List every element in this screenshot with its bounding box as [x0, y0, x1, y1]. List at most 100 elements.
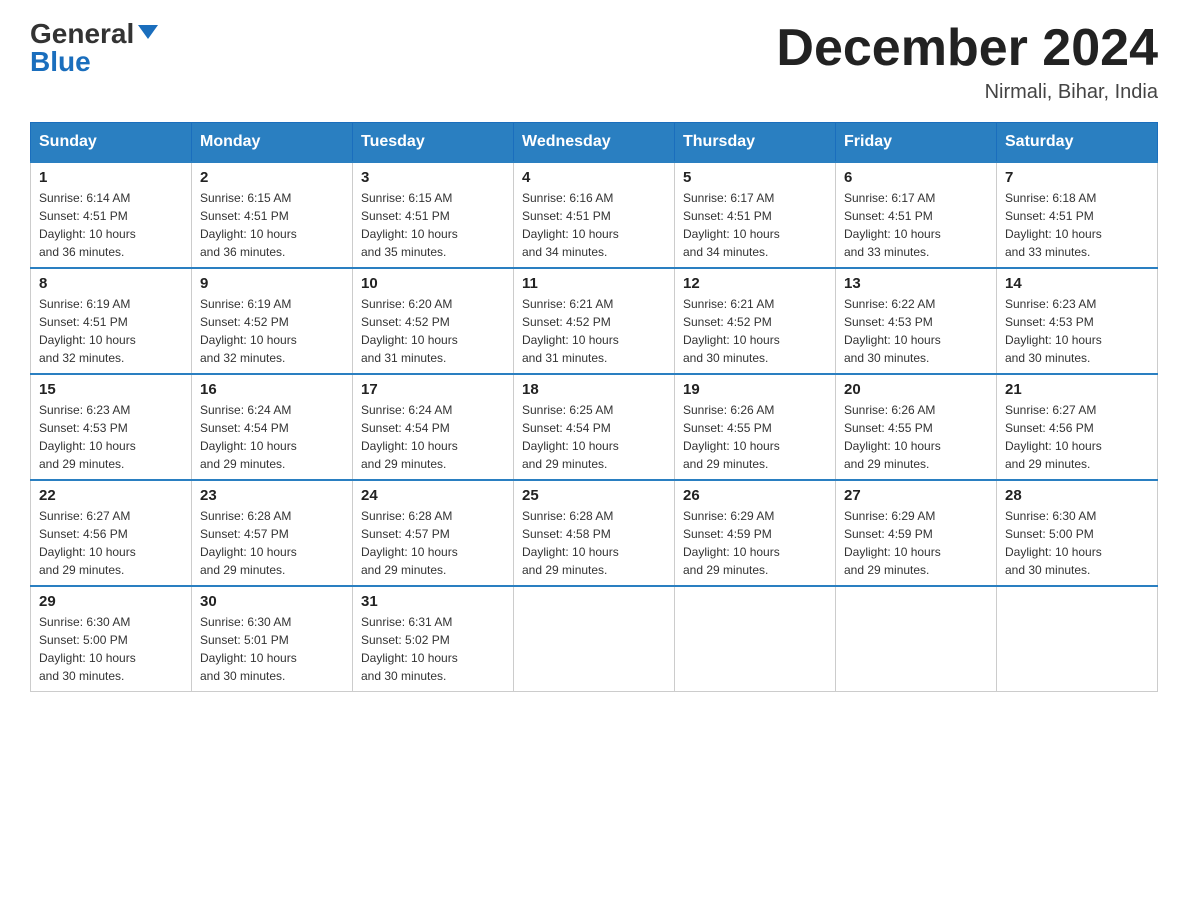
day-number: 7: [1005, 169, 1149, 186]
day-info: Sunrise: 6:25 AMSunset: 4:54 PMDaylight:…: [522, 401, 666, 473]
day-number: 23: [200, 487, 344, 504]
day-info: Sunrise: 6:20 AMSunset: 4:52 PMDaylight:…: [361, 295, 505, 367]
day-info: Sunrise: 6:23 AMSunset: 4:53 PMDaylight:…: [39, 401, 183, 473]
day-number: 29: [39, 593, 183, 610]
calendar-header-row: Sunday Monday Tuesday Wednesday Thursday…: [31, 123, 1158, 163]
logo-general-text: General: [30, 20, 134, 48]
day-number: 9: [200, 275, 344, 292]
week-row-4: 22 Sunrise: 6:27 AMSunset: 4:56 PMDayligh…: [31, 480, 1158, 586]
day-number: 1: [39, 169, 183, 186]
logo-blue-text: Blue: [30, 48, 91, 76]
calendar-cell: 11Sunrise: 6:21 AMSunset: 4:52 PMDayligh…: [514, 268, 675, 374]
calendar-cell: 19 Sunrise: 6:26 AMSunset: 4:55 PMDayligh…: [675, 374, 836, 480]
calendar-cell: 14 Sunrise: 6:23 AMSunset: 4:53 PMDayligh…: [997, 268, 1158, 374]
calendar-cell: 1 Sunrise: 6:14 AMSunset: 4:51 PMDaylight…: [31, 162, 192, 268]
week-row-3: 15 Sunrise: 6:23 AMSunset: 4:53 PMDayligh…: [31, 374, 1158, 480]
calendar-cell: 27 Sunrise: 6:29 AMSunset: 4:59 PMDayligh…: [836, 480, 997, 586]
calendar-table: Sunday Monday Tuesday Wednesday Thursday…: [30, 122, 1158, 692]
day-number: 16: [200, 381, 344, 398]
title-section: December 2024 Nirmali, Bihar, India: [776, 20, 1158, 104]
header-wednesday: Wednesday: [514, 123, 675, 163]
calendar-cell: 6Sunrise: 6:17 AMSunset: 4:51 PMDaylight…: [836, 162, 997, 268]
calendar-cell: 10 Sunrise: 6:20 AMSunset: 4:52 PMDayligh…: [353, 268, 514, 374]
day-info: Sunrise: 6:19 AMSunset: 4:52 PMDaylight:…: [200, 295, 344, 367]
day-info: Sunrise: 6:30 AMSunset: 5:00 PMDaylight:…: [39, 613, 183, 685]
day-info: Sunrise: 6:23 AMSunset: 4:53 PMDaylight:…: [1005, 295, 1149, 367]
header-saturday: Saturday: [997, 123, 1158, 163]
calendar-cell: 4Sunrise: 6:16 AMSunset: 4:51 PMDaylight…: [514, 162, 675, 268]
day-number: 19: [683, 381, 827, 398]
day-number: 10: [361, 275, 505, 292]
day-number: 27: [844, 487, 988, 504]
day-info: Sunrise: 6:31 AMSunset: 5:02 PMDaylight:…: [361, 613, 505, 685]
calendar-cell: 15 Sunrise: 6:23 AMSunset: 4:53 PMDayligh…: [31, 374, 192, 480]
header-monday: Monday: [192, 123, 353, 163]
day-info: Sunrise: 6:18 AMSunset: 4:51 PMDaylight:…: [1005, 189, 1149, 261]
day-number: 30: [200, 593, 344, 610]
day-info: Sunrise: 6:26 AMSunset: 4:55 PMDaylight:…: [844, 401, 988, 473]
day-number: 4: [522, 169, 666, 186]
day-number: 25: [522, 487, 666, 504]
day-number: 26: [683, 487, 827, 504]
day-info: Sunrise: 6:28 AMSunset: 4:57 PMDaylight:…: [361, 507, 505, 579]
calendar-cell: 23Sunrise: 6:28 AMSunset: 4:57 PMDayligh…: [192, 480, 353, 586]
day-info: Sunrise: 6:21 AMSunset: 4:52 PMDaylight:…: [683, 295, 827, 367]
day-info: Sunrise: 6:27 AMSunset: 4:56 PMDaylight:…: [39, 507, 183, 579]
day-info: Sunrise: 6:17 AMSunset: 4:51 PMDaylight:…: [844, 189, 988, 261]
location-subtitle: Nirmali, Bihar, India: [776, 81, 1158, 104]
day-number: 3: [361, 169, 505, 186]
day-info: Sunrise: 6:26 AMSunset: 4:55 PMDaylight:…: [683, 401, 827, 473]
calendar-cell: 8 Sunrise: 6:19 AMSunset: 4:51 PMDaylight…: [31, 268, 192, 374]
header-sunday: Sunday: [31, 123, 192, 163]
header-friday: Friday: [836, 123, 997, 163]
calendar-cell: 25 Sunrise: 6:28 AMSunset: 4:58 PMDayligh…: [514, 480, 675, 586]
calendar-cell: 20Sunrise: 6:26 AMSunset: 4:55 PMDayligh…: [836, 374, 997, 480]
calendar-cell: 24 Sunrise: 6:28 AMSunset: 4:57 PMDayligh…: [353, 480, 514, 586]
day-info: Sunrise: 6:24 AMSunset: 4:54 PMDaylight:…: [200, 401, 344, 473]
day-number: 24: [361, 487, 505, 504]
calendar-cell: 12Sunrise: 6:21 AMSunset: 4:52 PMDayligh…: [675, 268, 836, 374]
calendar-cell: 31 Sunrise: 6:31 AMSunset: 5:02 PMDayligh…: [353, 586, 514, 692]
calendar-cell: 21Sunrise: 6:27 AMSunset: 4:56 PMDayligh…: [997, 374, 1158, 480]
week-row-5: 29 Sunrise: 6:30 AMSunset: 5:00 PMDayligh…: [31, 586, 1158, 692]
day-info: Sunrise: 6:30 AMSunset: 5:00 PMDaylight:…: [1005, 507, 1149, 579]
day-info: Sunrise: 6:28 AMSunset: 4:58 PMDaylight:…: [522, 507, 666, 579]
calendar-cell: 7 Sunrise: 6:18 AMSunset: 4:51 PMDaylight…: [997, 162, 1158, 268]
calendar-cell: 2Sunrise: 6:15 AMSunset: 4:51 PMDaylight…: [192, 162, 353, 268]
day-info: Sunrise: 6:30 AMSunset: 5:01 PMDaylight:…: [200, 613, 344, 685]
calendar-cell: 26 Sunrise: 6:29 AMSunset: 4:59 PMDayligh…: [675, 480, 836, 586]
day-number: 5: [683, 169, 827, 186]
day-number: 8: [39, 275, 183, 292]
day-info: Sunrise: 6:27 AMSunset: 4:56 PMDaylight:…: [1005, 401, 1149, 473]
calendar-cell: 29 Sunrise: 6:30 AMSunset: 5:00 PMDayligh…: [31, 586, 192, 692]
week-row-1: 1 Sunrise: 6:14 AMSunset: 4:51 PMDaylight…: [31, 162, 1158, 268]
day-number: 15: [39, 381, 183, 398]
calendar-cell: [836, 586, 997, 692]
day-info: Sunrise: 6:29 AMSunset: 4:59 PMDaylight:…: [844, 507, 988, 579]
day-info: Sunrise: 6:14 AMSunset: 4:51 PMDaylight:…: [39, 189, 183, 261]
header-tuesday: Tuesday: [353, 123, 514, 163]
day-number: 14: [1005, 275, 1149, 292]
calendar-cell: 16 Sunrise: 6:24 AMSunset: 4:54 PMDayligh…: [192, 374, 353, 480]
calendar-cell: 30 Sunrise: 6:30 AMSunset: 5:01 PMDayligh…: [192, 586, 353, 692]
header-thursday: Thursday: [675, 123, 836, 163]
day-number: 18: [522, 381, 666, 398]
day-info: Sunrise: 6:29 AMSunset: 4:59 PMDaylight:…: [683, 507, 827, 579]
calendar-cell: 17Sunrise: 6:24 AMSunset: 4:54 PMDayligh…: [353, 374, 514, 480]
day-number: 31: [361, 593, 505, 610]
day-info: Sunrise: 6:19 AMSunset: 4:51 PMDaylight:…: [39, 295, 183, 367]
calendar-cell: [997, 586, 1158, 692]
day-number: 28: [1005, 487, 1149, 504]
day-number: 13: [844, 275, 988, 292]
day-number: 22: [39, 487, 183, 504]
calendar-cell: [675, 586, 836, 692]
day-info: Sunrise: 6:22 AMSunset: 4:53 PMDaylight:…: [844, 295, 988, 367]
calendar-cell: 9 Sunrise: 6:19 AMSunset: 4:52 PMDaylight…: [192, 268, 353, 374]
day-info: Sunrise: 6:17 AMSunset: 4:51 PMDaylight:…: [683, 189, 827, 261]
day-number: 17: [361, 381, 505, 398]
day-number: 11: [522, 275, 666, 292]
calendar-cell: 3Sunrise: 6:15 AMSunset: 4:51 PMDaylight…: [353, 162, 514, 268]
calendar-cell: 13 Sunrise: 6:22 AMSunset: 4:53 PMDayligh…: [836, 268, 997, 374]
calendar-cell: 5 Sunrise: 6:17 AMSunset: 4:51 PMDaylight…: [675, 162, 836, 268]
logo: General Blue: [30, 20, 158, 76]
